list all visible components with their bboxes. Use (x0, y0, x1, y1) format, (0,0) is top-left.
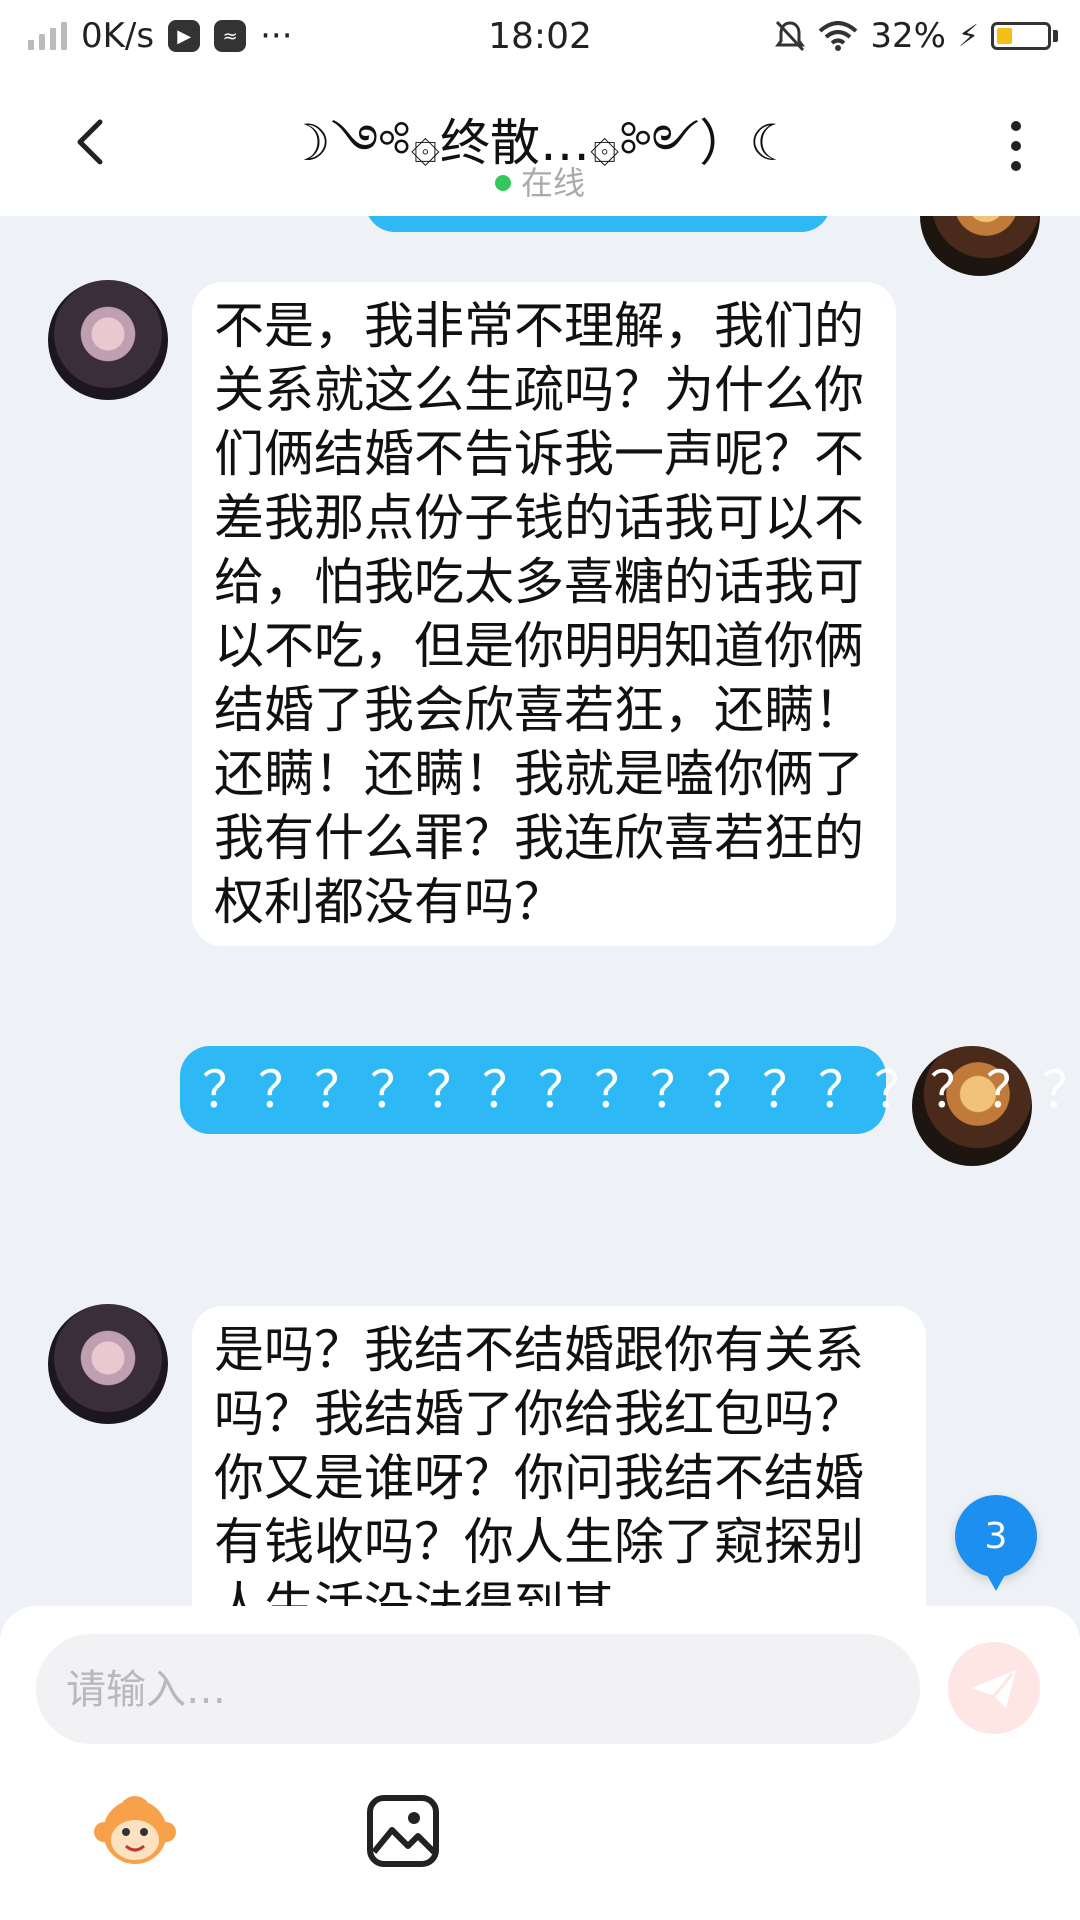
charging-icon: ⚡ (957, 18, 979, 54)
wifi-icon (819, 21, 858, 51)
battery-icon (991, 22, 1058, 50)
vertical-dots-icon[interactable] (992, 116, 1040, 176)
message-bubble[interactable]: 不是，我非常不理解，我们的关系就这么生疏吗？为什么你们俩结婚不告诉我一声呢？不差… (192, 282, 896, 946)
avatar[interactable] (48, 280, 168, 400)
message-input[interactable] (64, 1634, 868, 1746)
message-bubble[interactable]: 是吗？我结不结婚跟你有关系吗？我结婚了你给我红包吗？你又是谁呀？你问我结不结婚有… (192, 1306, 926, 1606)
chat-messages[interactable]: 不是，我非常不理解，我们的关系就这么生疏吗？为什么你们俩结婚不告诉我一声呢？不差… (0, 216, 1080, 1606)
paper-plane-icon (972, 1670, 1016, 1708)
message-input-box[interactable] (36, 1634, 920, 1746)
status-bar: 0K/s ▶ ≈ ··· 18:02 32% ⚡ (0, 0, 1080, 76)
mute-bell-icon (775, 20, 806, 52)
battery-percent: 32% (870, 16, 946, 56)
previous-outgoing-bubble (365, 216, 831, 232)
online-dot-icon (494, 175, 511, 191)
monkey-emoji-icon[interactable] (90, 1786, 180, 1876)
image-icon[interactable] (358, 1786, 448, 1876)
online-status-label: 在线 (520, 164, 585, 202)
avatar[interactable] (48, 1304, 168, 1424)
badge-count: 3 (984, 1515, 1008, 1557)
avatar[interactable] (920, 216, 1040, 276)
online-status: 在线 (0, 158, 1080, 204)
chat-header: ☽༺۞终散…۞༻）☾ 在线 (0, 76, 1080, 216)
input-area (0, 1606, 1080, 1920)
send-button[interactable] (948, 1642, 1040, 1734)
message-bubble[interactable]: ？？？？？？？？？？？？？？？？？？？？？？？？？ (180, 1046, 1080, 1134)
new-message-badge[interactable]: 3 (955, 1495, 1037, 1591)
